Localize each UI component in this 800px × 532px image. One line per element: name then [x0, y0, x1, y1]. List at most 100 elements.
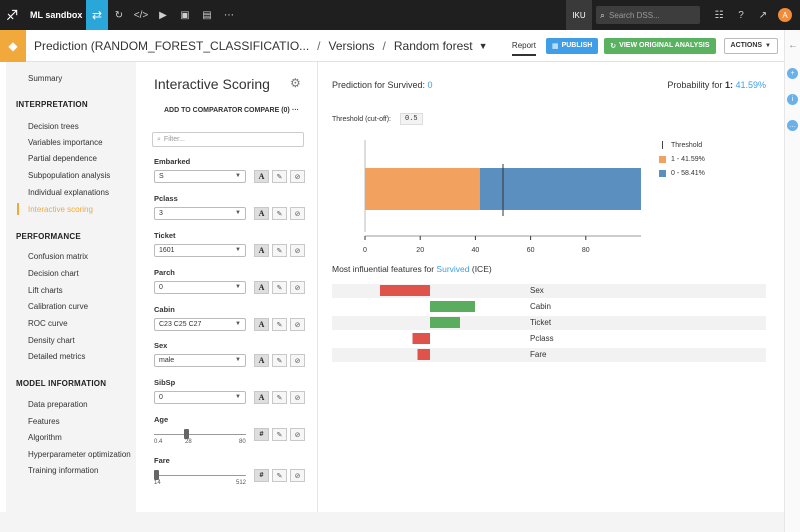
project-name[interactable]: ML sandbox — [30, 10, 86, 20]
influential-features-chart: Sex Cabin Ticket Pclass Fare — [332, 284, 766, 362]
feature-label: SibSp — [154, 378, 176, 387]
nav-variables-importance[interactable]: Variables importance — [28, 138, 103, 147]
feature-select-pclass[interactable]: 3 ▼ — [154, 207, 246, 220]
help-icon[interactable]: ? — [730, 0, 752, 30]
dashboard-icon[interactable]: ▤ — [196, 0, 218, 30]
breadcrumb-model[interactable]: Prediction (RANDOM_FOREST_CLASSIFICATIO.… — [34, 39, 309, 53]
view-original-analysis-button[interactable]: ↻ VIEW ORIGINAL ANALYSIS — [604, 37, 716, 54]
feature-label: Embarked — [154, 157, 191, 166]
nav-detailed-metrics[interactable]: Detailed metrics — [28, 352, 85, 361]
gear-icon[interactable]: ⚙ — [290, 76, 301, 90]
threshold-marker — [662, 141, 663, 149]
ignore-icon[interactable]: ⊘ — [290, 391, 305, 404]
nav-decision-trees[interactable]: Decision trees — [28, 122, 79, 131]
nav-subpopulation-analysis[interactable]: Subpopulation analysis — [28, 171, 110, 180]
nav-partial-dependence[interactable]: Partial dependence — [28, 154, 97, 163]
probability-bar-segment — [479, 168, 641, 210]
feature-select-sibsp[interactable]: 0 ▼ — [154, 391, 246, 404]
feature-select-ticket[interactable]: 1601 ▼ — [154, 244, 246, 257]
categorical-mode-button[interactable]: A — [254, 244, 269, 257]
flow-icon[interactable]: ⇄ — [86, 0, 108, 30]
breadcrumb-separator: / — [317, 38, 321, 53]
avatar[interactable]: A — [778, 8, 792, 22]
age-slider-track[interactable] — [154, 434, 246, 435]
nav-roc-curve[interactable]: ROC curve — [28, 319, 68, 328]
feature-select-sex[interactable]: male ▼ — [154, 354, 246, 367]
breadcrumb-algorithm[interactable]: Random forest — [394, 39, 473, 53]
code-icon[interactable]: </> — [130, 0, 152, 30]
info-icon[interactable]: i — [787, 94, 798, 105]
chevron-down-icon[interactable]: ▼ — [479, 41, 488, 51]
nav-interactive-scoring[interactable]: Interactive scoring — [28, 205, 93, 214]
feature-select-cabin[interactable]: C23 C25 C27 ▼ — [154, 318, 246, 331]
tab-report[interactable]: Report — [511, 41, 536, 56]
filter-input[interactable]: ⌕ Filter... — [152, 132, 304, 147]
ignore-icon[interactable]: ⊘ — [290, 469, 305, 482]
fare-slider-handle[interactable] — [154, 470, 159, 480]
activity-icon[interactable]: ↗ — [752, 0, 774, 30]
edit-icon[interactable]: ✎ — [272, 428, 287, 441]
nav-lift-charts[interactable]: Lift charts — [28, 286, 63, 295]
nav-data-preparation[interactable]: Data preparation — [28, 400, 88, 409]
search-input[interactable]: ⌕ Search DSS... — [596, 6, 700, 24]
edit-icon[interactable]: ✎ — [272, 281, 287, 294]
breadcrumb-versions[interactable]: Versions — [329, 39, 375, 53]
nav-individual-explanations[interactable]: Individual explanations — [28, 188, 109, 197]
nav-features[interactable]: Features — [28, 417, 60, 426]
categorical-mode-button[interactable]: A — [254, 318, 269, 331]
nav-calibration-curve[interactable]: Calibration curve — [28, 302, 88, 311]
ignore-icon[interactable]: ⊘ — [290, 170, 305, 183]
categorical-mode-button[interactable]: A — [254, 354, 269, 367]
more-options-button[interactable]: ··· — [292, 107, 299, 114]
chevron-down-icon: ▼ — [235, 394, 241, 400]
ignore-icon[interactable]: ⊘ — [290, 207, 305, 220]
edit-icon[interactable]: ✎ — [272, 391, 287, 404]
categorical-mode-button[interactable]: A — [254, 170, 269, 183]
threshold-label: Threshold (cut-off): — [332, 116, 392, 123]
edit-icon[interactable]: ✎ — [272, 354, 287, 367]
categorical-mode-button[interactable]: A — [254, 391, 269, 404]
threshold-value[interactable]: 0.5 — [400, 113, 423, 125]
edit-icon[interactable]: ✎ — [272, 207, 287, 220]
edit-icon[interactable]: ✎ — [272, 170, 287, 183]
ignore-icon[interactable]: ⊘ — [290, 244, 305, 257]
add-icon[interactable]: + — [787, 68, 798, 79]
search-icon: ⌕ — [600, 9, 606, 20]
age-slider-handle[interactable] — [184, 429, 190, 439]
ignore-icon[interactable]: ⊘ — [290, 281, 305, 294]
categorical-mode-button[interactable]: A — [254, 281, 269, 294]
feature-select-parch[interactable]: 0 ▼ — [154, 281, 246, 294]
nav-algorithm[interactable]: Algorithm — [28, 433, 62, 442]
ignore-icon[interactable]: ⊘ — [290, 428, 305, 441]
categorical-mode-button[interactable]: A — [254, 207, 269, 220]
publish-button[interactable]: ▦ PUBLISH — [545, 37, 599, 54]
nav-training-information[interactable]: Training information — [28, 466, 98, 475]
feature-select-embarked[interactable]: S ▼ — [154, 170, 246, 183]
user-badge[interactable]: IKU — [566, 0, 592, 30]
nav-confusion-matrix[interactable]: Confusion matrix — [28, 252, 88, 261]
ignore-icon[interactable]: ⊘ — [290, 354, 305, 367]
dataiku-logo-icon[interactable]: ♐ — [0, 0, 24, 30]
back-arrow-icon[interactable]: ← — [788, 40, 798, 51]
nav-decision-chart[interactable]: Decision chart — [28, 269, 79, 278]
more-icon[interactable]: ⋯ — [218, 0, 240, 30]
recipes-icon[interactable]: ↻ — [108, 0, 130, 30]
nav-summary[interactable]: Summary — [28, 74, 62, 83]
numeric-mode-button[interactable]: # — [254, 428, 269, 441]
apps-grid-icon[interactable]: ☷ — [708, 0, 730, 30]
discussion-icon[interactable]: … — [787, 120, 798, 131]
edit-icon[interactable]: ✎ — [272, 244, 287, 257]
actions-button[interactable]: ACTIONS ▼ — [723, 37, 778, 54]
fare-slider-track[interactable] — [154, 475, 246, 476]
add-to-comparator-button[interactable]: ADD TO COMPARATOR — [164, 107, 242, 114]
compare-button[interactable]: COMPARE (0) — [244, 107, 290, 114]
jobs-icon[interactable]: ▣ — [174, 0, 196, 30]
nav-hyperparameter-optimization[interactable]: Hyperparameter optimization — [28, 450, 131, 459]
nav-density-chart[interactable]: Density chart — [28, 336, 75, 345]
run-icon[interactable]: ▶ — [152, 0, 174, 30]
edit-icon[interactable]: ✎ — [272, 318, 287, 331]
model-header: ◆ Prediction (RANDOM_FOREST_CLASSIFICATI… — [0, 29, 784, 62]
edit-icon[interactable]: ✎ — [272, 469, 287, 482]
ignore-icon[interactable]: ⊘ — [290, 318, 305, 331]
numeric-mode-button[interactable]: # — [254, 469, 269, 482]
